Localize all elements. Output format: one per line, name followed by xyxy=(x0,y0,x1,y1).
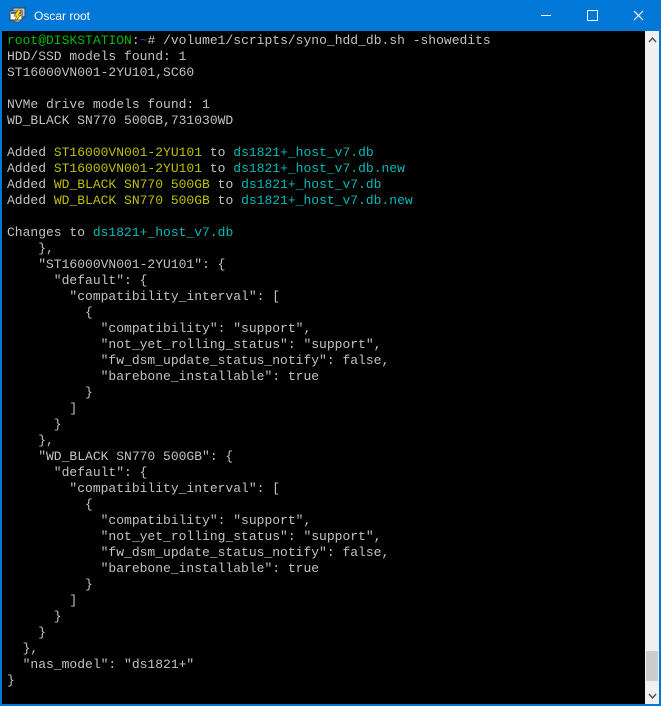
terminal-line: ST16000VN001-2YU101,SC60 xyxy=(7,65,645,81)
terminal-line: "compatibility": "support", xyxy=(7,513,645,529)
window-controls xyxy=(523,0,661,31)
terminal-line: } xyxy=(7,385,645,401)
terminal-screen[interactable]: root@DISKSTATION:~# /volume1/scripts/syn… xyxy=(2,31,645,704)
minimize-button[interactable] xyxy=(523,0,569,31)
terminal-line: } xyxy=(7,577,645,593)
close-icon xyxy=(633,10,644,21)
scroll-down-button[interactable] xyxy=(645,687,659,704)
terminal-line: "fw_dsm_update_status_notify": false, xyxy=(7,353,645,369)
maximize-button[interactable] xyxy=(569,0,615,31)
terminal-line: HDD/SSD models found: 1 xyxy=(7,49,645,65)
terminal-line: "compatibility_interval": [ xyxy=(7,289,645,305)
terminal-line: "ST16000VN001-2YU101": { xyxy=(7,257,645,273)
terminal-line: }, xyxy=(7,641,645,657)
terminal-line: ] xyxy=(7,593,645,609)
chevron-down-icon xyxy=(648,693,657,699)
terminal-line: "fw_dsm_update_status_notify": false, xyxy=(7,545,645,561)
terminal-line: } xyxy=(7,625,645,641)
terminal-line xyxy=(7,81,645,97)
terminal-line: "WD_BLACK SN770 500GB": { xyxy=(7,449,645,465)
scrollbar-thumb[interactable] xyxy=(646,651,658,681)
terminal-line: ] xyxy=(7,401,645,417)
terminal-line: Added ST16000VN001-2YU101 to ds1821+_hos… xyxy=(7,145,645,161)
terminal-line: "default": { xyxy=(7,465,645,481)
scroll-up-button[interactable] xyxy=(645,31,659,48)
putty-terminal-icon[interactable] xyxy=(9,7,27,24)
minimize-icon xyxy=(541,15,551,16)
terminal-line: } xyxy=(7,673,645,689)
terminal-line xyxy=(7,129,645,145)
maximize-icon xyxy=(587,10,598,21)
terminal-line: "compatibility_interval": [ xyxy=(7,481,645,497)
terminal-line: } xyxy=(7,417,645,433)
chevron-up-icon xyxy=(648,37,657,43)
terminal-line: "not_yet_rolling_status": "support", xyxy=(7,529,645,545)
terminal-line: "barebone_installable": true xyxy=(7,369,645,385)
terminal-line: "compatibility": "support", xyxy=(7,321,645,337)
terminal-line: "barebone_installable": true xyxy=(7,561,645,577)
putty-window: Oscar root root@DISKSTATION:~# /volume1/… xyxy=(0,0,661,706)
titlebar[interactable]: Oscar root xyxy=(0,0,661,31)
scrollbar-track[interactable] xyxy=(645,48,659,687)
terminal-line: NVMe drive models found: 1 xyxy=(7,97,645,113)
terminal-line: "default": { xyxy=(7,273,645,289)
terminal-line: Added WD_BLACK SN770 500GB to ds1821+_ho… xyxy=(7,177,645,193)
terminal-line: { xyxy=(7,497,645,513)
window-content: root@DISKSTATION:~# /volume1/scripts/syn… xyxy=(2,31,659,704)
close-button[interactable] xyxy=(615,0,661,31)
terminal-line: }, xyxy=(7,433,645,449)
terminal-line: Added WD_BLACK SN770 500GB to ds1821+_ho… xyxy=(7,193,645,209)
terminal-line xyxy=(7,209,645,225)
terminal-line: WD_BLACK SN770 500GB,731030WD xyxy=(7,113,645,129)
scrollbar[interactable] xyxy=(645,31,659,704)
terminal-line: root@DISKSTATION:~# /volume1/scripts/syn… xyxy=(7,33,645,49)
terminal-line: Added ST16000VN001-2YU101 to ds1821+_hos… xyxy=(7,161,645,177)
terminal-line: "nas_model": "ds1821+" xyxy=(7,657,645,673)
window-title: Oscar root xyxy=(34,9,523,23)
terminal-line: }, xyxy=(7,241,645,257)
terminal-line: Changes to ds1821+_host_v7.db xyxy=(7,225,645,241)
terminal-line: } xyxy=(7,609,645,625)
terminal-line: { xyxy=(7,305,645,321)
terminal-line: "not_yet_rolling_status": "support", xyxy=(7,337,645,353)
